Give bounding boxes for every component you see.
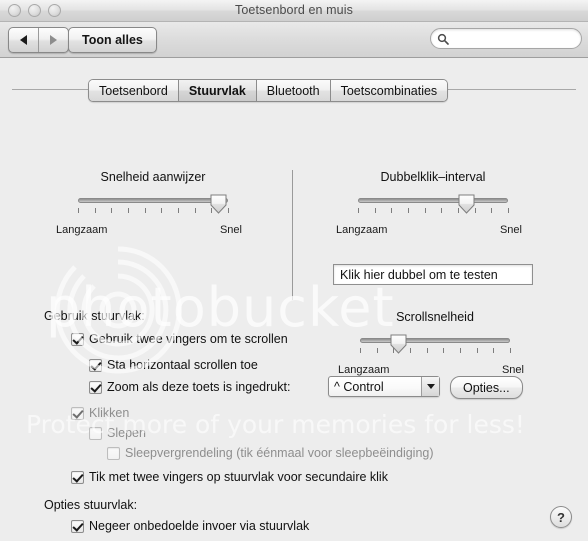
drag-lock-checkbox-icon — [107, 446, 120, 460]
double-click-low-label: Langzaam — [336, 224, 388, 236]
horizontal-scroll-label: Sta horizontaal scrollen toe — [107, 358, 258, 372]
scroll-speed-label: Scrollsnelheid — [396, 310, 474, 324]
navigation-segmented-control — [8, 27, 69, 53]
checkbox-zoom-modifier[interactable]: Zoom als deze toets is ingedrukt: — [89, 380, 290, 394]
use-trackpad-section-label: Gebruik stuurvlak: — [44, 309, 145, 323]
double-click-interval-label: Dubbelklik–interval — [380, 170, 486, 184]
scroll-speed-slider[interactable] — [360, 334, 511, 360]
title-bar: Toetsenbord en muis — [0, 0, 588, 22]
tab-bar: Toetsenbord Stuurvlak Bluetooth Toetscom… — [0, 79, 588, 102]
scroll-speed-low-label: Langzaam — [338, 364, 390, 376]
double-click-end-labels: Langzaam Snel — [336, 224, 522, 238]
dragging-checkbox-icon — [89, 426, 102, 440]
two-finger-scroll-label: Gebruik twee vingers om te scrollen — [89, 332, 288, 346]
tab-toetsenbord[interactable]: Toetsenbord — [89, 80, 178, 101]
checkbox-two-finger-scroll[interactable]: Gebruik twee vingers om te scrollen — [71, 332, 288, 346]
tab-bluetooth[interactable]: Bluetooth — [255, 80, 330, 101]
preference-pane-content: Toetsenbord Stuurvlak Bluetooth Toetscom… — [0, 58, 588, 540]
drag-lock-label: Sleepvergrendeling (tik éénmaal voor sle… — [125, 446, 434, 460]
forward-button[interactable] — [38, 28, 68, 52]
zoom-modifier-popup-value: ^ Control — [334, 379, 384, 394]
zoom-modifier-checkbox-icon[interactable] — [89, 380, 102, 394]
pointer-speed-low-label: Langzaam — [56, 224, 108, 236]
double-click-thumb[interactable] — [458, 194, 475, 214]
two-finger-secondary-click-checkbox-icon[interactable] — [71, 470, 84, 484]
chevron-down-icon[interactable] — [421, 377, 439, 396]
back-arrow-icon — [20, 35, 27, 45]
options-button[interactable]: Opties... — [450, 376, 523, 399]
forward-arrow-icon — [50, 35, 57, 45]
double-click-interval-slider-group: Dubbelklik–interval Langzaam Snel — [336, 170, 522, 238]
horizontal-scroll-checkbox-icon[interactable] — [89, 358, 102, 372]
ignore-accidental-input-checkbox-icon[interactable] — [71, 519, 84, 533]
scroll-speed-high-label: Snel — [501, 364, 524, 376]
clicking-label: Klikken — [89, 406, 130, 420]
checkbox-ignore-accidental-input[interactable]: Negeer onbedoelde invoer via stuurvlak — [71, 519, 309, 533]
checkbox-horizontal-scroll[interactable]: Sta horizontaal scrollen toe — [89, 358, 258, 372]
back-button[interactable] — [9, 28, 38, 52]
search-icon — [437, 33, 449, 45]
ignore-accidental-input-label: Negeer onbedoelde invoer via stuurvlak — [89, 519, 310, 533]
pointer-speed-track[interactable] — [78, 198, 228, 203]
double-click-track[interactable] — [358, 198, 508, 203]
double-click-ticks — [358, 208, 509, 214]
watermark-word: photobucket — [46, 276, 395, 339]
pointer-speed-slider[interactable] — [78, 194, 229, 220]
two-finger-scroll-checkbox-icon[interactable] — [71, 332, 84, 346]
pointer-speed-slider-group: Snelheid aanwijzer Langzaam Snel — [56, 170, 242, 238]
clicking-checkbox-icon — [71, 406, 84, 420]
scroll-speed-track[interactable] — [360, 338, 510, 343]
double-click-interval-slider[interactable] — [358, 194, 509, 220]
photobucket-watermark: photobucket Protect more of your memorie… — [0, 58, 588, 540]
search-input[interactable] — [452, 31, 576, 46]
zoom-modifier-popup-button[interactable]: ^ Control — [328, 376, 440, 397]
checkbox-clicking: Klikken — [71, 406, 129, 420]
trackpad-options-section-label: Opties stuurvlak: — [44, 498, 138, 512]
show-all-button[interactable]: Toon alles — [68, 27, 157, 53]
search-field[interactable] — [430, 28, 582, 49]
dragging-label: Slepen — [107, 426, 146, 440]
window-title: Toetsenbord en muis — [235, 3, 353, 17]
pointer-speed-label: Snelheid aanwijzer — [100, 170, 206, 184]
scroll-speed-slider-group: Scrollsnelheid Langzaam Snel — [338, 310, 524, 378]
tab-group: Toetsenbord Stuurvlak Bluetooth Toetscom… — [88, 79, 449, 102]
checkbox-drag-lock: Sleepvergrendeling (tik éénmaal voor sle… — [107, 446, 434, 460]
two-finger-secondary-click-label: Tik met twee vingers op stuurvlak voor s… — [89, 470, 388, 484]
pointer-speed-end-labels: Langzaam Snel — [56, 224, 242, 238]
vertical-divider — [292, 170, 293, 300]
tab-toetscombinaties[interactable]: Toetscombinaties — [329, 80, 448, 101]
scroll-speed-thumb[interactable] — [390, 334, 407, 354]
double-click-test-field[interactable]: Klik hier dubbel om te testen — [333, 264, 533, 285]
system-preferences-window: Toetsenbord en muis Toon alles Toetsenbo… — [0, 0, 588, 541]
scroll-speed-ticks — [360, 348, 511, 354]
checkbox-dragging: Slepen — [89, 426, 146, 440]
help-button[interactable]: ? — [550, 506, 572, 528]
zoom-modifier-label: Zoom als deze toets is ingedrukt: — [107, 380, 291, 394]
toolbar: Toon alles — [0, 22, 588, 58]
pointer-speed-high-label: Snel — [219, 224, 242, 236]
double-click-high-label: Snel — [499, 224, 522, 236]
pointer-speed-thumb[interactable] — [210, 194, 227, 214]
checkbox-two-finger-secondary-click[interactable]: Tik met twee vingers op stuurvlak voor s… — [71, 470, 388, 484]
tab-stuurvlak[interactable]: Stuurvlak — [177, 80, 256, 101]
pointer-speed-ticks — [78, 208, 229, 214]
